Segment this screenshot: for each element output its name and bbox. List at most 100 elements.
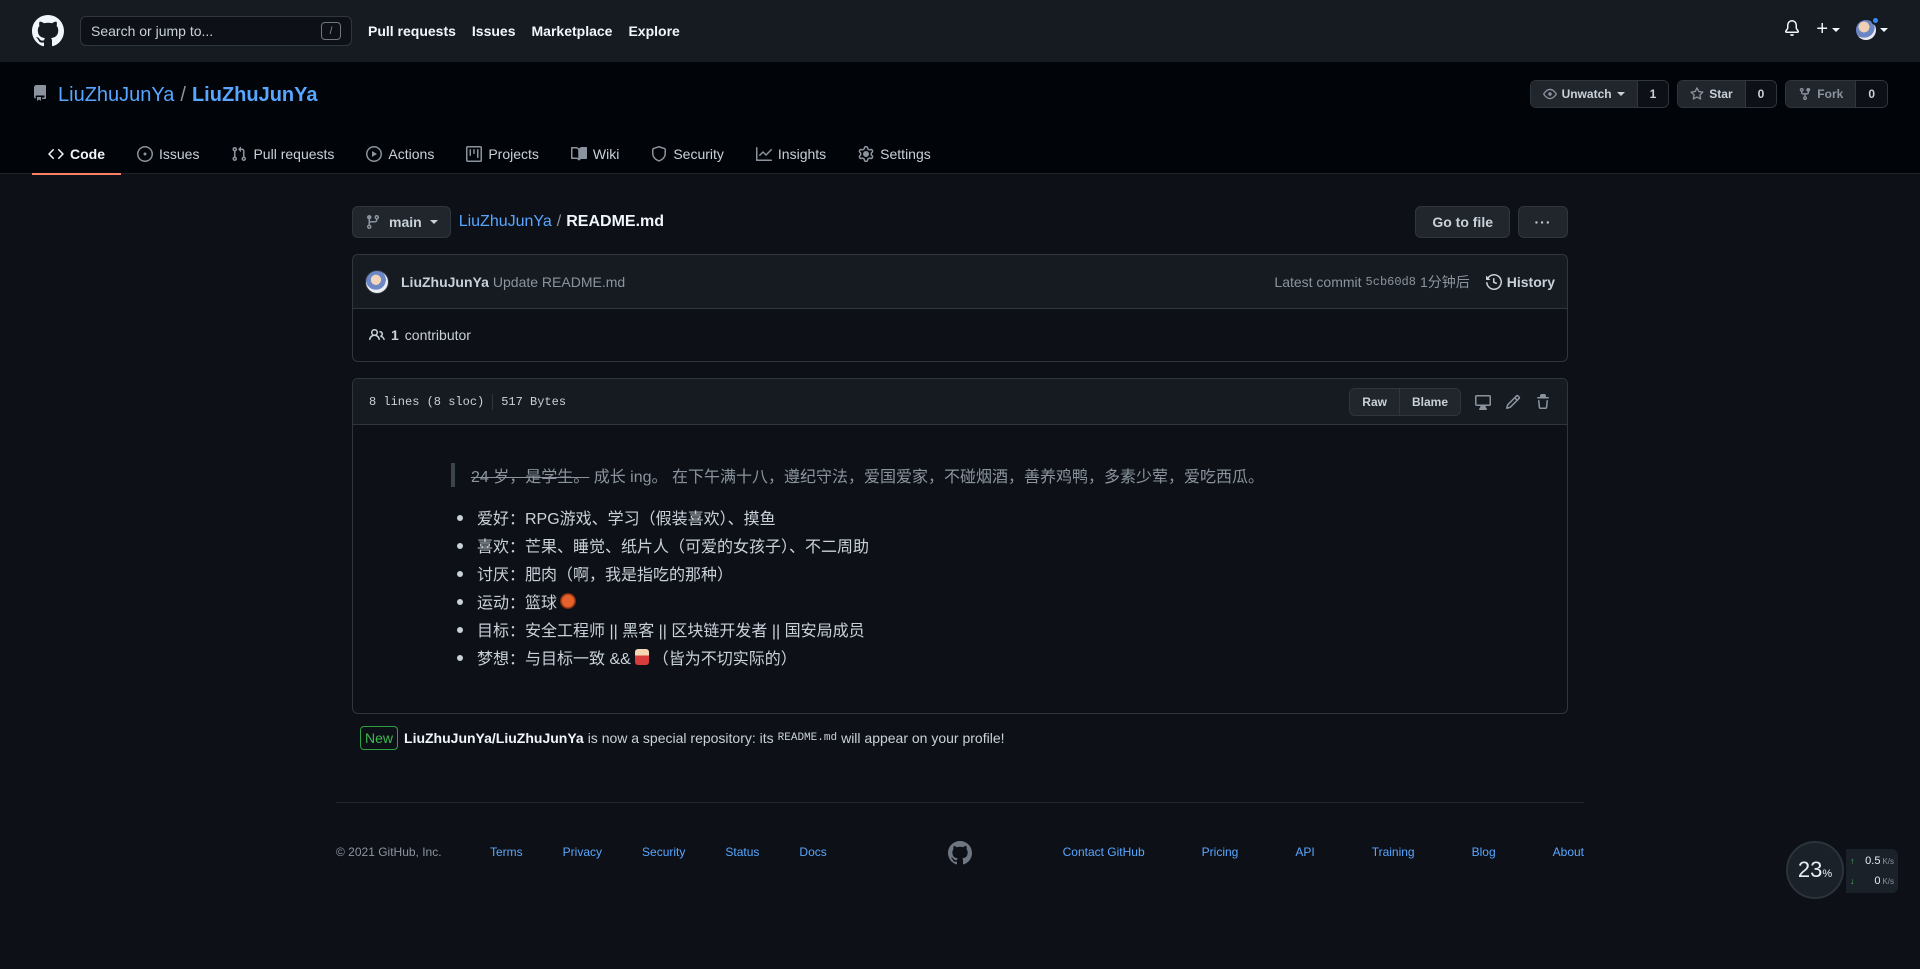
search-input[interactable] [91, 23, 311, 39]
list-item-text: 喜欢：芒果、睡觉、纸片人（可爱的女孩子）、不二周助 [477, 539, 870, 556]
special-repo-notice: New LiuZhuJunYa/LiuZhuJunYa is now a spe… [352, 726, 1568, 750]
branch-name: main [389, 214, 422, 230]
bell-icon[interactable] [1784, 20, 1800, 39]
tab-insights[interactable]: Insights [740, 134, 842, 174]
contributor-label: contributor [404, 327, 471, 343]
footer-link-training[interactable]: Training [1372, 845, 1415, 859]
people-icon [369, 328, 385, 341]
book-icon [570, 146, 587, 161]
commit-sha-link[interactable]: 5cb60d8 [1366, 275, 1416, 289]
github-mark-icon[interactable] [948, 841, 972, 868]
stars-count[interactable]: 0 [1744, 81, 1777, 107]
create-new-dropdown[interactable]: + [1816, 18, 1840, 41]
top-header: / Pull requests Issues Marketplace Explo… [0, 0, 1920, 62]
file-info: 8 lines (8 sloc) 517 Bytes [369, 393, 567, 410]
tab-projects[interactable]: Projects [450, 134, 555, 174]
more-options-button[interactable]: ··· [1518, 206, 1568, 238]
tab-label: Actions [388, 146, 435, 162]
repo-title: LiuZhuJunYa / LiuZhuJunYa [32, 84, 318, 107]
trash-icon[interactable] [1535, 393, 1551, 410]
footer-link-docs[interactable]: Docs [799, 845, 826, 859]
tab-label: Code [70, 146, 105, 162]
nav-issues[interactable]: Issues [472, 23, 516, 39]
fork-button[interactable]: Fork [1786, 81, 1856, 107]
list-item-text: 爱好：RPG游戏、学习（假装喜欢）、摸鱼 [477, 511, 776, 528]
github-logo-icon[interactable] [32, 15, 64, 47]
footer-link-status[interactable]: Status [725, 845, 759, 859]
fork-label: Fork [1817, 87, 1844, 101]
search-box[interactable]: / [80, 16, 352, 46]
footer-link-pricing[interactable]: Pricing [1202, 845, 1239, 859]
list-item-text: 目标：安全工程师 || 黑客 || 区块链开发者 || 国安局成员 [477, 623, 865, 640]
user-menu-dropdown[interactable] [1856, 15, 1888, 40]
tab-issues[interactable]: Issues [121, 134, 215, 174]
file-nav-actions: Go to file ··· [1415, 206, 1568, 238]
footer: © 2021 GitHub, Inc. Terms Privacy Securi… [336, 802, 1584, 902]
tab-security[interactable]: Security [635, 134, 740, 174]
nav-marketplace[interactable]: Marketplace [532, 23, 613, 39]
desktop-icon[interactable] [1475, 394, 1491, 410]
download-unit: K/s [1882, 876, 1894, 886]
branch-select-button[interactable]: main [352, 206, 451, 238]
pull-request-icon [232, 146, 247, 162]
commit-message-link[interactable]: Update README.md [493, 274, 625, 290]
commit-author-link[interactable]: LiuZhuJunYa [401, 274, 489, 290]
notification-dot [1871, 15, 1880, 25]
footer-link-blog[interactable]: Blog [1472, 845, 1496, 859]
list-item: 讨厌：肥肉（啊，我是指吃的那种） [453, 559, 1567, 587]
gear-icon [858, 146, 874, 162]
footer-link-api[interactable]: API [1295, 845, 1314, 859]
footer-link-security[interactable]: Security [642, 845, 685, 859]
repo-tabs: Code Issues Pull requests Actions Projec… [32, 134, 947, 175]
tab-pull-requests[interactable]: Pull requests [215, 134, 350, 174]
contributors-row[interactable]: 1 contributor [353, 309, 1567, 361]
graph-icon [755, 147, 772, 161]
history-link[interactable]: History [1485, 274, 1555, 290]
footer-link-privacy[interactable]: Privacy [563, 845, 602, 859]
upload-speed: ↑ 0.5 K/s [1850, 851, 1894, 871]
unwatch-button[interactable]: Unwatch [1530, 81, 1637, 107]
footer-link-about[interactable]: About [1553, 845, 1584, 859]
breadcrumb: LiuZhuJunYa / README.md [459, 213, 664, 231]
fork-icon [1800, 87, 1811, 101]
raw-button[interactable]: Raw [1350, 388, 1399, 415]
repo-actions: Unwatch 1 Star 0 Fork 0 [1529, 80, 1888, 108]
repo-name-link[interactable]: LiuZhuJunYa [192, 84, 318, 107]
latest-commit-label: Latest commit [1274, 273, 1362, 290]
play-icon [366, 146, 383, 162]
tab-label: Insights [777, 146, 827, 162]
watchers-count[interactable]: 1 [1636, 81, 1669, 107]
watch-group: Unwatch 1 [1529, 80, 1670, 108]
avatar[interactable] [365, 269, 389, 294]
divider [492, 393, 494, 410]
commit-time: 1分钟后 [1419, 273, 1470, 290]
tab-label: Projects [488, 146, 539, 162]
arrow-down-icon: ↓ [1850, 876, 1855, 886]
tab-code[interactable]: Code [32, 134, 121, 175]
project-icon [466, 146, 483, 162]
list-item-text: 运动：篮球 [477, 595, 558, 612]
pencil-icon[interactable] [1505, 394, 1521, 410]
network-speed-widget[interactable]: ↑ 0.5 K/s ↓ 0 K/s 23% [1786, 841, 1898, 901]
tab-wiki[interactable]: Wiki [555, 134, 635, 174]
nav-explore[interactable]: Explore [628, 23, 679, 39]
struck-text: 24 岁，是学生。 [471, 469, 590, 486]
notice-text-1: is now a special repository: its [587, 730, 774, 746]
nav-pull-requests[interactable]: Pull requests [368, 23, 456, 39]
breadcrumb-separator: / [556, 213, 562, 230]
forks-count[interactable]: 0 [1855, 81, 1887, 107]
file-actions: Raw Blame [1349, 387, 1551, 416]
repo-owner-link[interactable]: LiuZhuJunYa [58, 84, 174, 107]
tab-label: Issues [159, 146, 200, 162]
tab-settings[interactable]: Settings [842, 134, 947, 174]
star-button[interactable]: Star [1678, 81, 1745, 107]
footer-link-contact[interactable]: Contact GitHub [1063, 845, 1145, 859]
footer-link-terms[interactable]: Terms [490, 845, 523, 859]
readme-list: 爱好：RPG游戏、学习（假装喜欢）、摸鱼 喜欢：芒果、睡觉、纸片人（可爱的女孩子… [453, 503, 1567, 671]
go-to-file-button[interactable]: Go to file [1415, 206, 1510, 238]
breadcrumb-repo-link[interactable]: LiuZhuJunYa [459, 213, 552, 230]
fork-group: Fork 0 [1785, 80, 1888, 108]
blame-button[interactable]: Blame [1398, 388, 1460, 415]
file-size: 517 Bytes [501, 394, 567, 409]
tab-actions[interactable]: Actions [350, 134, 450, 174]
